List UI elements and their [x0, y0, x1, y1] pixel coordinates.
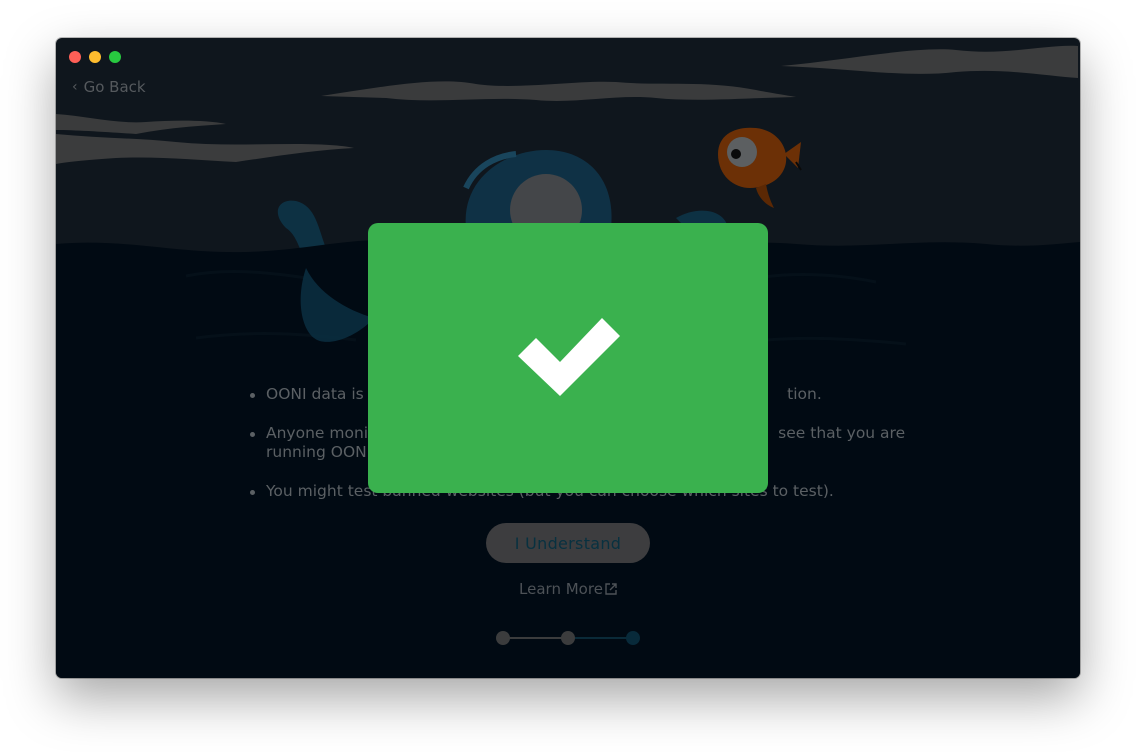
cloud-shape — [56, 114, 226, 134]
minimize-window-button[interactable] — [89, 51, 101, 63]
app-window: ‹ Go Back OONI data is c tion. Anyone mon… — [56, 38, 1080, 678]
cloud-shape — [321, 81, 796, 101]
i-understand-button[interactable]: I Understand — [486, 523, 650, 563]
learn-more-link[interactable]: Learn More — [518, 580, 618, 598]
step-dot — [496, 631, 510, 645]
window-controls — [69, 51, 121, 63]
onboarding-stepper — [496, 631, 640, 645]
step-dot — [561, 631, 575, 645]
cloud-shape — [56, 134, 354, 164]
bullet-text: see that you are — [778, 424, 906, 442]
learn-more-label: Learn More — [519, 580, 603, 598]
bullet-text: running OONI — [266, 443, 372, 461]
bullet-text: Anyone monit — [266, 424, 375, 442]
go-back-link[interactable]: ‹ Go Back — [72, 78, 146, 96]
go-back-label: Go Back — [83, 78, 146, 96]
fish-illustration — [718, 127, 802, 208]
zoom-window-button[interactable] — [109, 51, 121, 63]
chevron-left-icon: ‹ — [72, 79, 78, 95]
bullet-text: tion. — [787, 385, 822, 403]
success-modal — [368, 223, 768, 493]
external-link-icon — [605, 583, 617, 595]
step-dot-current — [626, 631, 640, 645]
checkmark-icon — [518, 318, 620, 396]
cloud-shape — [781, 45, 1078, 78]
bullet-text: OONI data is c — [266, 385, 378, 403]
close-window-button[interactable] — [69, 51, 81, 63]
